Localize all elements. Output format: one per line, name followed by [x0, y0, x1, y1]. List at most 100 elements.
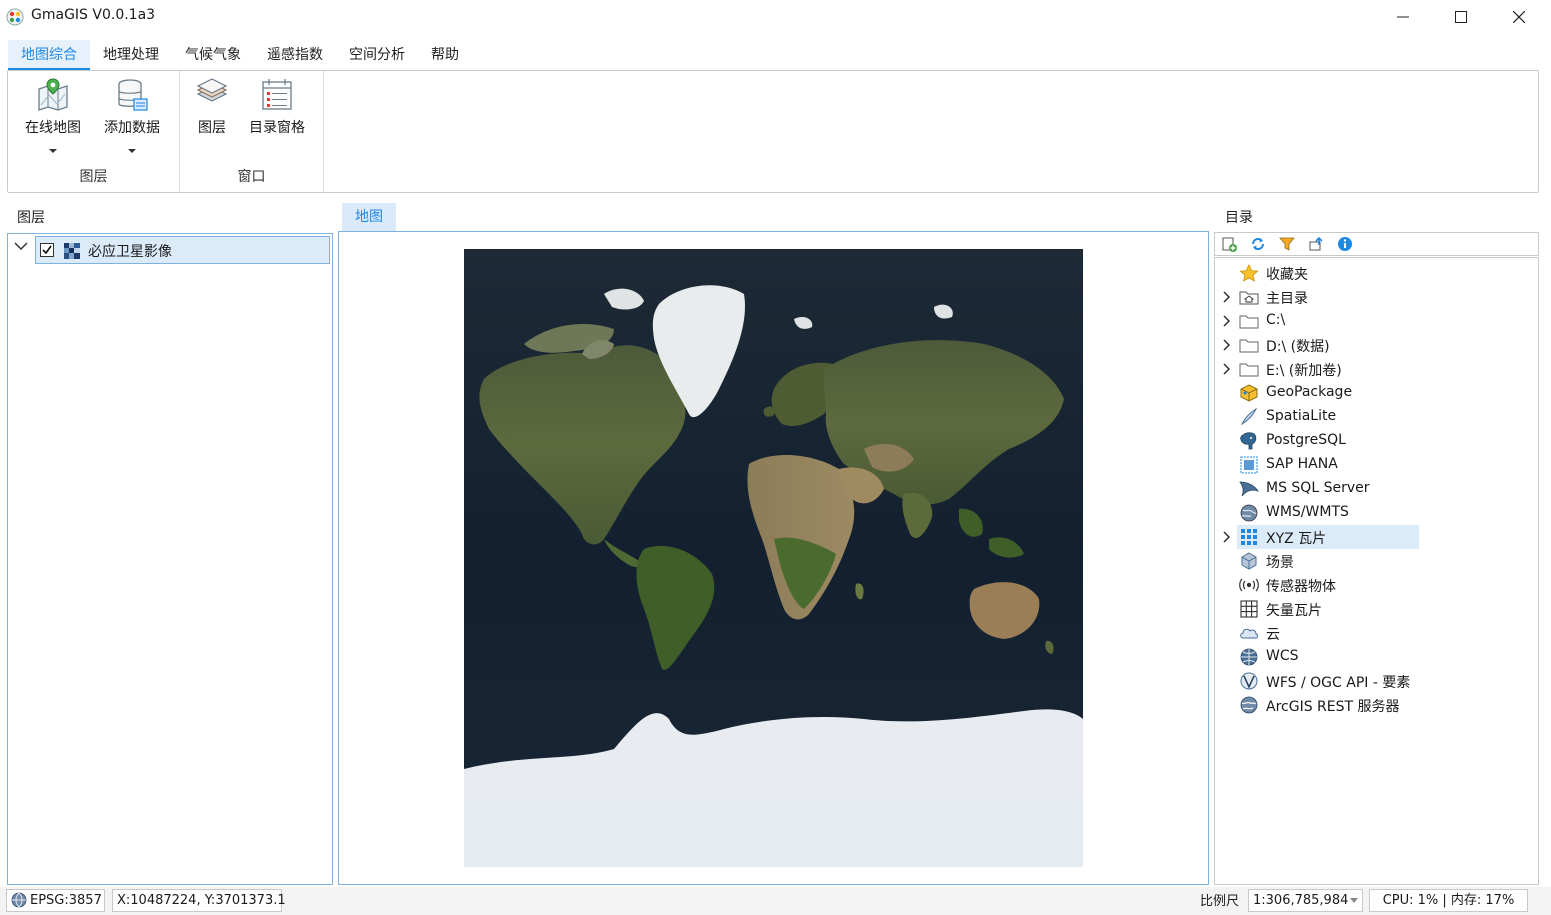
layers-panel-title: 图层	[17, 210, 45, 226]
catalog-item-label: ArcGIS REST 服务器	[1266, 699, 1400, 715]
catalog-item-label: MS SQL Server	[1266, 480, 1370, 496]
catalog-item-wfs[interactable]: WFS / OGC API - 要素	[1215, 669, 1539, 693]
tab-remote-sensing[interactable]: 遥感指数	[254, 40, 336, 70]
maximize-icon	[1455, 11, 1467, 23]
catalog-item-label: 矢量瓦片	[1266, 603, 1322, 619]
chevron-down-icon[interactable]	[1350, 898, 1358, 904]
chevron-down-icon[interactable]	[128, 149, 136, 153]
minimize-button[interactable]	[1374, 0, 1432, 34]
wms-icon	[1240, 504, 1258, 522]
catalog-pane-button[interactable]: 目录窗格	[242, 77, 312, 137]
app-logo-icon	[6, 8, 24, 26]
close-icon	[1513, 11, 1525, 23]
star-icon	[1239, 264, 1259, 282]
chevron-down-icon[interactable]	[49, 149, 57, 153]
refresh-icon[interactable]	[1250, 236, 1266, 252]
minimize-icon	[1397, 16, 1409, 18]
catalog-item-home[interactable]: 主目录	[1215, 285, 1539, 309]
catalog-item-xyz-tiles[interactable]: XYZ 瓦片	[1215, 525, 1539, 549]
info-icon[interactable]	[1337, 236, 1353, 252]
sap-hana-icon	[1240, 456, 1258, 474]
chevron-right-icon[interactable]	[1222, 363, 1232, 375]
scale-label: 比例尺	[1200, 894, 1240, 909]
tab-climate[interactable]: 气候气象	[172, 40, 254, 70]
status-bar: EPSG:3857 X:10487224, Y:3701373.1 比例尺 1:…	[0, 887, 1551, 915]
catalog-item-drive-e[interactable]: E:\ (新加卷)	[1215, 357, 1539, 381]
layer-visibility-checkbox[interactable]	[40, 243, 54, 257]
sensor-icon	[1239, 578, 1259, 592]
catalog-item-mssql[interactable]: MS SQL Server	[1215, 477, 1539, 501]
scale-combobox[interactable]: 1:306,785,984	[1248, 889, 1363, 912]
catalog-item-drive-c[interactable]: C:\	[1215, 309, 1539, 333]
catalog-item-scene[interactable]: 场景	[1215, 549, 1539, 573]
catalog-item-label: 主目录	[1266, 291, 1308, 307]
layers-window-button[interactable]: 图层	[188, 77, 236, 137]
add-data-label: 添加数据	[104, 120, 160, 136]
ribbon-tabs: 地图综合 地理处理 气候气象 遥感指数 空间分析 帮助	[8, 40, 472, 70]
add-data-button[interactable]: 添加数据	[101, 77, 163, 153]
online-map-label: 在线地图	[25, 120, 81, 136]
coordinate-display: X:10487224, Y:3701373.1	[112, 889, 286, 912]
catalog-item-favorites[interactable]: 收藏夹	[1215, 261, 1539, 285]
catalog-item-label: SpatiaLite	[1266, 408, 1337, 424]
title-bar: GmaGIS V0.0.1a3	[0, 0, 1551, 34]
maximize-button[interactable]	[1432, 0, 1490, 34]
layers-window-label: 图层	[198, 120, 226, 136]
system-usage-text: CPU: 1% | 内存: 17%	[1382, 893, 1515, 908]
postgresql-icon	[1240, 432, 1257, 450]
mssql-icon	[1239, 481, 1259, 497]
catalog-item-label: WMS/WMTS	[1266, 504, 1349, 520]
satellite-map-image[interactable]	[464, 249, 1083, 867]
geopackage-icon	[1240, 384, 1258, 402]
layer-item[interactable]: 必应卫星影像	[35, 236, 330, 264]
collapse-icon[interactable]	[1308, 236, 1324, 252]
crs-button[interactable]: EPSG:3857	[6, 889, 105, 912]
chevron-right-icon[interactable]	[1222, 339, 1232, 351]
checkmark-icon	[42, 245, 52, 255]
catalog-item-wcs[interactable]: WCS	[1215, 645, 1539, 669]
map-view[interactable]	[338, 231, 1209, 885]
catalog-item-sensor[interactable]: 传感器物体	[1215, 573, 1539, 597]
add-icon[interactable]	[1221, 236, 1237, 252]
ribbon-group-layers: 在线地图 添加数据 图层	[8, 71, 180, 192]
ribbon-group-label: 图层	[79, 169, 108, 185]
catalog-item-drive-d[interactable]: D:\ (数据)	[1215, 333, 1539, 357]
home-folder-icon	[1239, 291, 1259, 305]
catalog-item-arcgis-rest[interactable]: ArcGIS REST 服务器	[1215, 693, 1539, 717]
tab-spatial-analysis[interactable]: 空间分析	[336, 40, 418, 70]
close-button[interactable]	[1490, 0, 1548, 34]
crs-label: EPSG:3857	[30, 893, 102, 908]
selection-highlight	[1237, 525, 1419, 549]
catalog-item-label: 收藏夹	[1266, 267, 1308, 283]
catalog-item-label: XYZ 瓦片	[1266, 531, 1327, 547]
system-usage: CPU: 1% | 内存: 17%	[1369, 889, 1528, 912]
chevron-right-icon[interactable]	[1222, 291, 1232, 303]
catalog-item-vector-tiles[interactable]: 矢量瓦片	[1215, 597, 1539, 621]
layers-panel: 必应卫星影像	[7, 233, 333, 885]
wfs-icon	[1240, 672, 1258, 690]
add-data-icon	[118, 79, 148, 111]
tab-help[interactable]: 帮助	[418, 40, 472, 70]
tab-geoprocessing[interactable]: 地理处理	[90, 40, 172, 70]
tab-map-general[interactable]: 地图综合	[8, 40, 90, 70]
chevron-right-icon[interactable]	[1222, 531, 1232, 543]
chevron-right-icon[interactable]	[1222, 315, 1232, 327]
catalog-item-cloud[interactable]: 云	[1215, 621, 1539, 645]
catalog-item-label: 云	[1266, 627, 1280, 643]
catalog-item-geopackage[interactable]: GeoPackage	[1215, 381, 1539, 405]
folder-icon	[1239, 339, 1259, 353]
catalog-item-wms-wmts[interactable]: WMS/WMTS	[1215, 501, 1539, 525]
filter-icon[interactable]	[1279, 236, 1295, 252]
ribbon-group-label: 窗口	[237, 169, 266, 185]
catalog-pane-icon	[262, 79, 292, 110]
catalog-item-label: SAP HANA	[1266, 456, 1338, 472]
catalog-item-label: E:\ (新加卷)	[1266, 363, 1342, 379]
catalog-item-postgresql[interactable]: PostgreSQL	[1215, 429, 1539, 453]
online-map-button[interactable]: 在线地图	[22, 77, 84, 153]
raster-layer-icon	[64, 243, 80, 259]
catalog-item-spatialite[interactable]: SpatiaLite	[1215, 405, 1539, 429]
scene-icon	[1241, 552, 1257, 570]
tab-map[interactable]: 地图	[342, 203, 396, 232]
chevron-down-icon[interactable]	[14, 242, 28, 251]
catalog-item-sap-hana[interactable]: SAP HANA	[1215, 453, 1539, 477]
